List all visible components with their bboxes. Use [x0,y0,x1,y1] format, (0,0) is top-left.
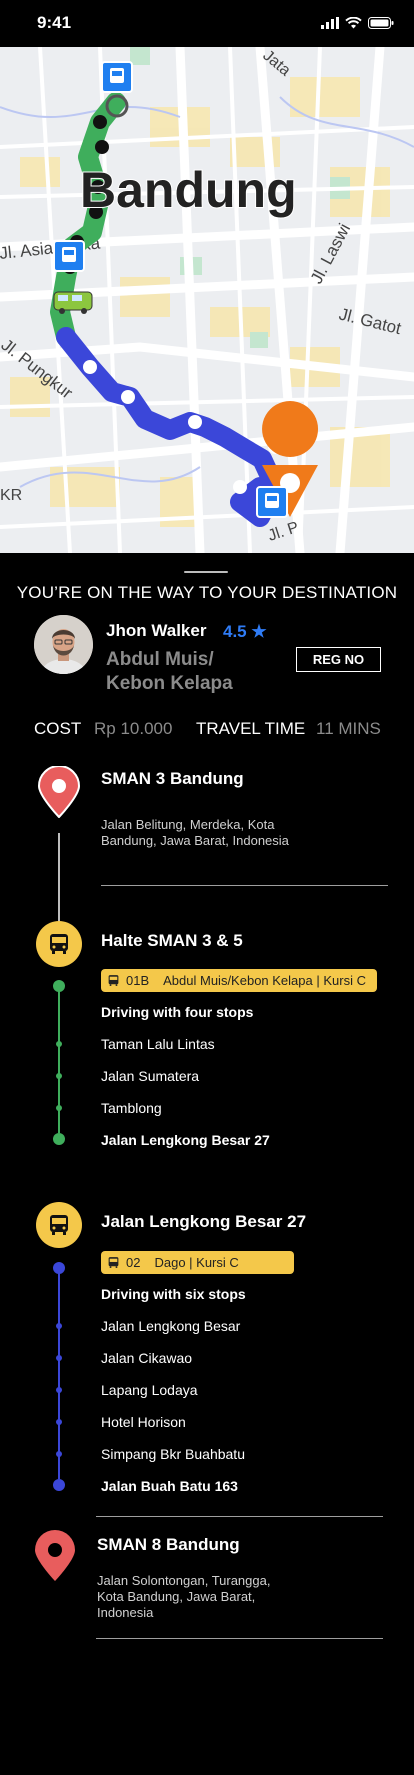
leg1-stop[interactable]: Tamblong [101,1100,162,1116]
status-icons [321,17,394,29]
battery-icon [368,17,394,29]
travel-time-label: TRAVEL TIME [196,719,306,738]
leg2-start-dot [53,1262,65,1274]
leg1-stop[interactable]: Jalan Sumatera [101,1068,199,1084]
leg1-stop-dot [56,1041,62,1047]
sheet-handle[interactable] [184,571,228,573]
bus-icon [50,1215,68,1235]
cost-label: COST [34,719,82,738]
map-city-label: Bandung [80,162,297,218]
driver-name: Jhon Walker [106,621,207,640]
leg2-route-info: Dago | Kursi C [154,1255,239,1270]
status-time: 9:41 [37,13,72,32]
leg1-route-info: Abdul Muis/Kebon Kelapa | Kursi C [163,973,366,988]
leg1-title: Halte SMAN 3 & 5 [101,931,243,950]
leg2-stop[interactable]: Simpang Bkr Buahbatu [101,1446,245,1462]
origin-title: SMAN 3 Bandung [101,769,244,788]
leg2-stop[interactable]: Lapang Lodaya [101,1382,198,1398]
leg2-summary: Driving with six stops [101,1286,246,1302]
status-bar: 9:41 [0,0,414,47]
map-canvas: Jl. Asia Afrika Jl. Laswi Jl. Gatot Jl. … [0,47,414,553]
route-map[interactable]: Jl. Asia Afrika Jl. Laswi Jl. Gatot Jl. … [0,47,414,553]
bus-icon [50,934,68,954]
leg2-stop-dot [56,1323,62,1329]
leg1-end[interactable]: Jalan Lengkong Besar 27 [101,1132,270,1148]
route-name: Abdul Muis/ Kebon Kelapa [106,649,233,694]
leg2-stop[interactable]: Jalan Cikawao [101,1350,192,1366]
leg1-bus-badge [36,921,82,967]
divider [96,1638,383,1639]
signal-icon [321,17,339,29]
leg2-stop-dot [56,1355,62,1361]
leg1-stop-dot [56,1105,62,1111]
leg1-stop[interactable]: Taman Lalu Lintas [101,1036,215,1052]
bus-stop-marker-middle [53,240,85,272]
street-label-kr: KR [0,487,22,504]
cost-value: Rp 10.000 [94,719,173,738]
destination-pin-icon [35,1530,75,1581]
bus-icon [108,1257,119,1268]
bus-stop-marker-start [101,61,133,93]
leg2-stop[interactable]: Jalan Lengkong Besar [101,1318,240,1334]
leg1-stop-dot [56,1073,62,1079]
origin-connector [58,833,60,928]
leg1-route-code: 01B [126,973,150,988]
leg2-stop-dot [56,1387,62,1393]
leg2-bus-badge [36,1202,82,1248]
leg1-end-dot [53,1133,65,1145]
reg-no-button[interactable]: REG NO [296,647,381,672]
leg1-summary: Driving with four stops [101,1004,254,1020]
bus-icon [108,975,119,986]
leg2-route-code: 02 [126,1255,141,1270]
leg2-stop-dot [56,1451,62,1457]
destination-address: Jalan Solontongan, Turangga, Kota Bandun… [97,1573,271,1620]
leg1-route-pill[interactable]: 01B Abdul Muis/Kebon Kelapa | Kursi C [101,969,377,992]
origin-pin-icon [37,766,81,818]
driver-rating: 4.5 ★ [223,622,267,641]
leg2-end-dot [53,1479,65,1491]
leg2-stop-dot [56,1419,62,1425]
leg1-start-dot [53,980,65,992]
leg2-end[interactable]: Jalan Buah Batu 163 [101,1478,238,1494]
bus-stop-marker-end [256,486,288,518]
divider [96,1516,383,1517]
travel-time-value: 11 MINS [316,719,381,738]
leg2-line [58,1267,60,1479]
trip-sheet: YOU’RE ON THE WAY TO YOUR DESTINATION Jh… [0,553,414,1775]
origin-address: Jalan Belitung, Merdeka, Kota Bandung, J… [101,817,289,848]
avatar-image [34,615,93,674]
leg2-title: Jalan Lengkong Besar 27 [101,1212,307,1231]
destination-title: SMAN 8 Bandung [97,1535,240,1554]
leg2-stop[interactable]: Hotel Horison [101,1414,186,1430]
divider [101,885,388,886]
leg2-route-pill[interactable]: 02 Dago | Kursi C [101,1251,294,1274]
wifi-icon [345,17,362,29]
trip-headline: YOU’RE ON THE WAY TO YOUR DESTINATION [16,583,398,602]
driver-avatar[interactable] [34,615,93,674]
